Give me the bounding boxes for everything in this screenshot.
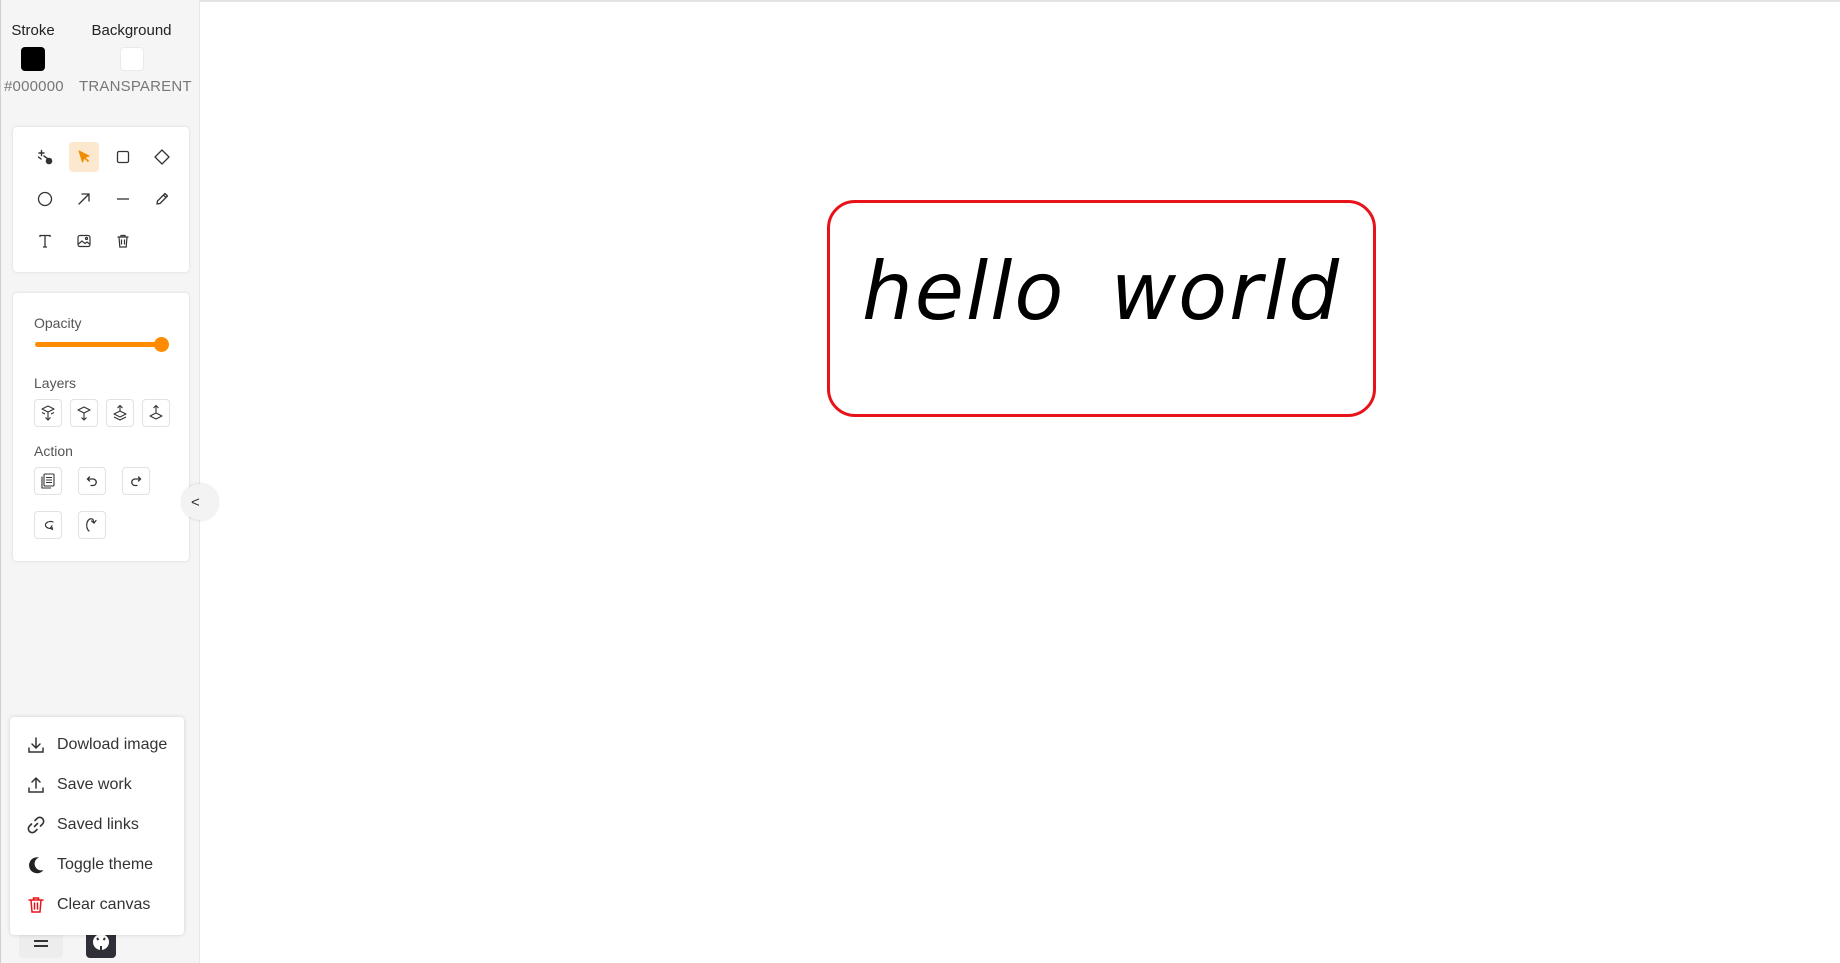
redo-icon (131, 476, 142, 487)
collapse-label: < (191, 493, 200, 511)
pencil-icon (156, 192, 169, 205)
arrow-icon (78, 193, 90, 205)
send-backward-button[interactable] (70, 399, 98, 427)
properties-panel: Opacity Layers Action (13, 293, 189, 561)
rotate-right-icon (86, 518, 97, 532)
layers-label: Layers (34, 375, 77, 391)
moon-icon (29, 857, 44, 874)
image-icon (77, 234, 91, 248)
tool-line[interactable] (108, 184, 138, 214)
menu-item-saved-links[interactable]: Saved links (10, 805, 184, 845)
menu-label-toggle-theme: Toggle theme (57, 856, 154, 873)
tool-eraser[interactable] (108, 226, 138, 256)
undo-icon (86, 476, 97, 487)
undo-button[interactable] (78, 467, 106, 495)
opacity-slider-thumb[interactable] (154, 337, 169, 352)
main-menu: Dowload image Save work Saved links Togg… (10, 717, 184, 935)
rotate-right-button[interactable] (78, 511, 106, 539)
menu-label-save-work: Save work (57, 776, 132, 793)
opacity-slider-track[interactable] (35, 342, 161, 347)
tool-arrow[interactable] (69, 184, 99, 214)
square-icon (116, 150, 130, 164)
send-to-back-button[interactable] (34, 399, 62, 427)
stroke-color-picker[interactable]: Stroke #000000 (4, 22, 64, 95)
tool-rectangle[interactable] (108, 142, 138, 172)
tool-diamond[interactable] (147, 142, 177, 172)
circle-icon (37, 191, 53, 207)
tool-image[interactable] (69, 226, 99, 256)
bring-forward-button[interactable] (106, 399, 134, 427)
stroke-value: #000000 (4, 78, 64, 95)
menu-item-toggle-theme[interactable]: Toggle theme (10, 845, 184, 885)
send-backward-icon (77, 406, 91, 421)
menu-item-save-work[interactable]: Save work (10, 765, 184, 805)
menu-label-saved-links: Saved links (57, 816, 139, 833)
background-label: Background (91, 22, 172, 39)
tool-ellipse[interactable] (30, 184, 60, 214)
redo-button[interactable] (122, 467, 150, 495)
duplicate-button[interactable] (34, 467, 62, 495)
tool-select[interactable] (69, 142, 99, 172)
bring-to-front-icon (149, 404, 163, 420)
text-icon (39, 234, 51, 248)
menu-item-clear-canvas[interactable]: Clear canvas (10, 885, 184, 925)
link-icon (27, 816, 45, 834)
opacity-label: Opacity (34, 315, 82, 331)
upload-icon (28, 776, 44, 793)
tool-laser-pointer[interactable] (30, 142, 60, 172)
rotate-left-button[interactable] (34, 511, 62, 539)
rounded-rectangle-shape[interactable]: hello world (827, 200, 1376, 417)
canvas-text[interactable]: hello world (830, 245, 1373, 338)
duplicate-icon (41, 473, 55, 489)
menu-item-download-image[interactable]: Dowload image (10, 725, 184, 765)
tool-text[interactable] (30, 226, 60, 256)
sidebar: Stroke #000000 Background TRANSPARENT Op… (0, 0, 218, 963)
cursor-icon (78, 150, 90, 163)
action-label: Action (34, 443, 73, 459)
background-swatch[interactable] (119, 47, 144, 71)
rotate-left-icon (44, 520, 54, 531)
trash-icon (28, 897, 44, 913)
download-icon (28, 737, 44, 753)
menu-label-download-image: Dowload image (57, 736, 168, 753)
line-icon (117, 198, 129, 200)
bring-forward-icon (113, 404, 127, 421)
diamond-icon (154, 149, 170, 165)
bring-to-front-button[interactable] (142, 399, 170, 427)
send-to-back-icon (41, 405, 55, 421)
stroke-label: Stroke (11, 22, 55, 39)
background-color-picker[interactable]: Background TRANSPARENT (79, 22, 192, 95)
menu-label-clear-canvas: Clear canvas (57, 896, 151, 913)
drawing-canvas[interactable]: hello world (200, 2, 1840, 963)
background-value: TRANSPARENT (79, 78, 192, 95)
trash-icon (117, 234, 129, 248)
tool-pencil[interactable] (147, 184, 177, 214)
laser-icon (37, 149, 53, 165)
stroke-swatch[interactable] (21, 47, 45, 71)
tool-palette (13, 127, 189, 272)
